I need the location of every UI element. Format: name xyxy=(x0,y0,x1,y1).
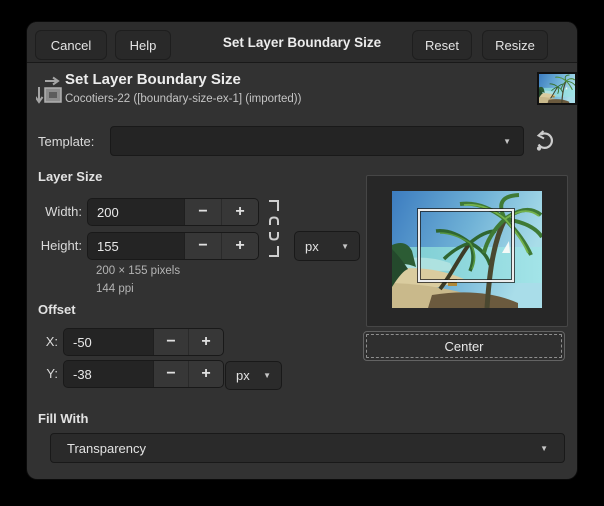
cancel-button[interactable]: Cancel xyxy=(35,30,107,60)
reset-button[interactable]: Reset xyxy=(412,30,472,60)
height-increment-button[interactable]: + xyxy=(221,233,258,259)
window-title: Set Layer Boundary Size xyxy=(177,22,427,63)
resize-button[interactable]: Resize xyxy=(482,30,548,60)
offset-x-spinner: − + xyxy=(63,328,224,356)
chevron-down-icon: ▼ xyxy=(341,242,349,251)
titlebar[interactable]: Cancel Help Set Layer Boundary Size Rese… xyxy=(27,22,577,63)
offset-x-increment-button[interactable]: + xyxy=(188,329,223,355)
size-unit-value: px xyxy=(305,239,319,254)
offset-x-input[interactable] xyxy=(64,329,153,355)
width-spinner: − + xyxy=(87,198,259,226)
resize-layer-icon xyxy=(36,76,63,107)
chevron-down-icon: ▼ xyxy=(540,444,548,453)
layer-preview-panel[interactable] xyxy=(366,175,568,327)
layer-thumbnail xyxy=(537,72,577,105)
offset-y-increment-button[interactable]: + xyxy=(188,361,223,387)
screen-background: Cancel Help Set Layer Boundary Size Rese… xyxy=(0,0,604,506)
offset-x-label: X: xyxy=(27,334,58,349)
offset-x-decrement-button[interactable]: − xyxy=(153,329,188,355)
offset-unit-value: px xyxy=(236,368,250,383)
width-input[interactable] xyxy=(88,199,184,225)
height-decrement-button[interactable]: − xyxy=(184,233,221,259)
height-spinner: − + xyxy=(87,232,259,260)
dialog-heading: Set Layer Boundary Size xyxy=(65,71,241,88)
dimensions-info: 200 × 155 pixels xyxy=(96,265,180,277)
offset-y-decrement-button[interactable]: − xyxy=(153,361,188,387)
offset-unit-dropdown[interactable]: px ▼ xyxy=(225,361,282,390)
set-layer-boundary-size-dialog: Cancel Help Set Layer Boundary Size Rese… xyxy=(27,22,577,479)
unlink-chain-icon[interactable] xyxy=(266,199,282,259)
width-label: Width: xyxy=(27,204,82,219)
dialog-subtitle: Cocotiers-22 ([boundary-size-ex-1] (impo… xyxy=(65,93,301,105)
offset-y-label: Y: xyxy=(27,366,58,381)
boundary-rectangle[interactable] xyxy=(418,209,514,282)
help-button[interactable]: Help xyxy=(115,30,171,60)
offset-y-spinner: − + xyxy=(63,360,224,388)
reset-template-button[interactable] xyxy=(532,129,558,155)
height-label: Height: xyxy=(27,238,82,253)
height-input[interactable] xyxy=(88,233,184,259)
reset-circular-arrow-icon xyxy=(534,130,556,152)
size-unit-dropdown[interactable]: px ▼ xyxy=(294,231,360,261)
fill-with-dropdown[interactable]: Transparency ▼ xyxy=(50,433,565,463)
chevron-down-icon: ▼ xyxy=(503,137,511,146)
offset-y-input[interactable] xyxy=(64,361,153,387)
fill-with-heading: Fill With xyxy=(38,411,88,426)
template-label: Template: xyxy=(38,134,94,149)
width-decrement-button[interactable]: − xyxy=(184,199,221,225)
layer-size-heading: Layer Size xyxy=(38,169,102,184)
fill-with-value: Transparency xyxy=(67,441,146,456)
resolution-info: 144 ppi xyxy=(96,283,134,295)
chevron-down-icon: ▼ xyxy=(263,371,271,380)
center-button[interactable]: Center xyxy=(363,331,565,361)
width-increment-button[interactable]: + xyxy=(221,199,258,225)
offset-heading: Offset xyxy=(38,302,76,317)
template-dropdown[interactable]: ▼ xyxy=(110,126,524,156)
